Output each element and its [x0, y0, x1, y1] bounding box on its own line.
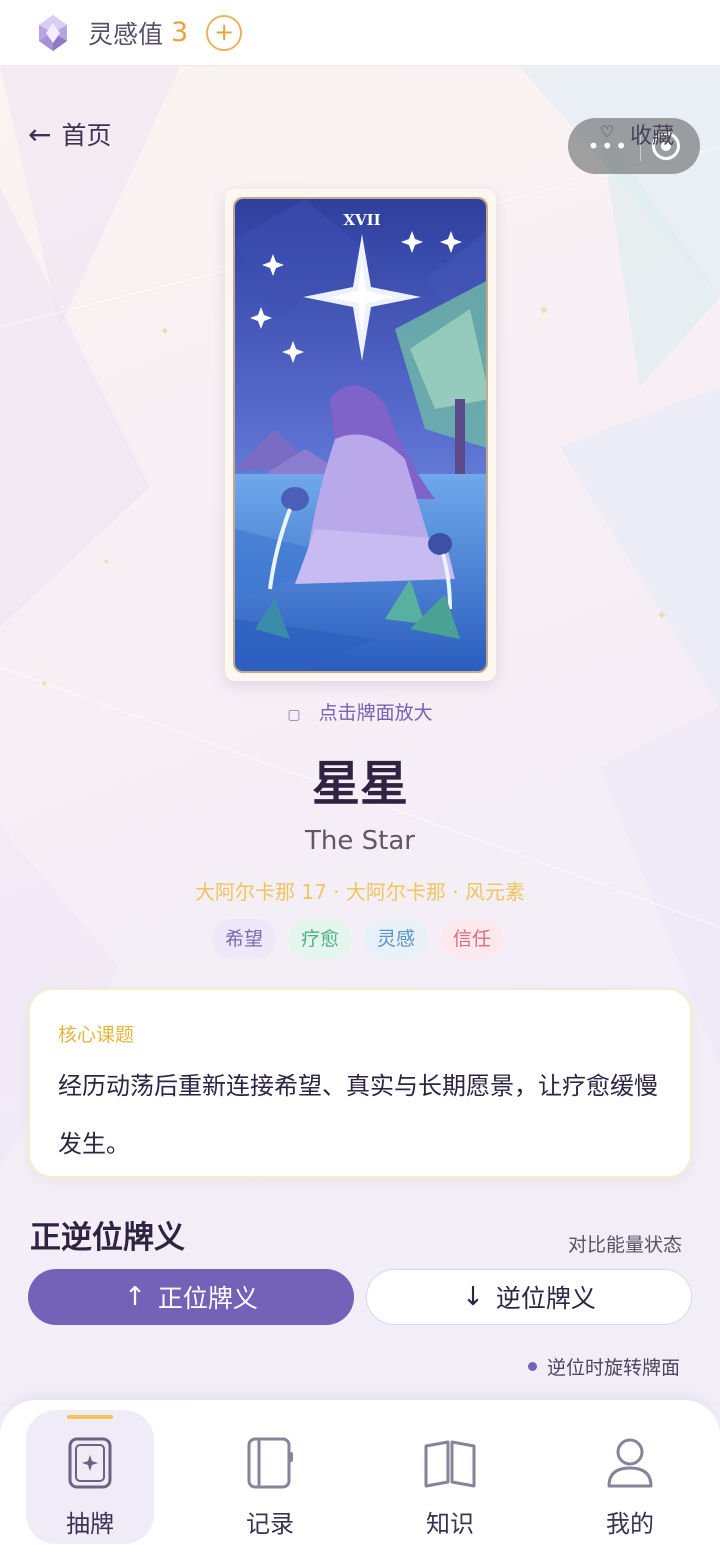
reversed-note-text: 逆位时旋转牌面: [547, 1357, 681, 1379]
svg-text:✦: ✦: [538, 303, 550, 319]
card-numeral: XVII: [343, 211, 380, 229]
svg-text:✦: ✦: [160, 324, 170, 338]
tag-inspiration: 灵感: [364, 919, 429, 959]
favorite-icon[interactable]: ♡: [600, 122, 614, 141]
card-title: 星星: [311, 756, 408, 812]
nav-profile-label: 我的: [606, 1510, 654, 1538]
upright-label: 正位牌义: [157, 1284, 258, 1313]
meanings-subtitle: 对比能量状态: [568, 1234, 683, 1256]
back-label: 首页: [61, 121, 112, 150]
core-topic-card: 核心课题 经历动荡后重新连接希望、真实与长期愿景，让疗愈缓慢发生。: [28, 988, 692, 1178]
nav-records-label: 记录: [246, 1510, 294, 1538]
inspiration-count: 3: [171, 17, 189, 48]
nav-knowledge[interactable]: 知识: [386, 1410, 514, 1544]
tag-healing: 疗愈: [288, 919, 353, 959]
bottom-nav: 抽牌 记录 知识 我的: [0, 1400, 720, 1564]
nav-draw[interactable]: 抽牌: [26, 1410, 154, 1544]
reversed-meaning-button[interactable]: ↓ 逆位牌义: [366, 1269, 692, 1325]
svg-text:✦: ✦: [656, 608, 668, 624]
card-meta: 大阿尔卡那 17 · 大阿尔卡那 · 风元素: [195, 880, 525, 904]
crystal-icon: [39, 14, 67, 51]
bullet-dot: [528, 1362, 537, 1371]
core-topic-label: 核心课题: [58, 1024, 135, 1046]
zoom-hint[interactable]: ▢ 点击牌面放大: [0, 698, 720, 725]
keyword-tags: 希望 疗愈 灵感 信任: [212, 919, 512, 959]
nav-draw-label: 抽牌: [66, 1510, 114, 1538]
arrow-down-icon: ↓: [462, 1282, 484, 1312]
nav-profile[interactable]: 我的: [566, 1410, 694, 1544]
inspiration-label: 灵感值: [88, 19, 164, 49]
svg-text:✦: ✦: [40, 679, 48, 690]
card-icon: [68, 1437, 112, 1489]
zoom-icon: ▢: [287, 707, 301, 723]
user-icon: [607, 1438, 653, 1488]
tag-hope: 希望: [212, 919, 277, 959]
reversed-label: 逆位牌义: [495, 1284, 596, 1313]
tarot-card-image[interactable]: XVII: [233, 197, 488, 673]
reversed-note: 逆位时旋转牌面: [528, 1353, 680, 1380]
core-topic-text: 经历动荡后重新连接希望、真实与长期愿景，让疗愈缓慢发生。: [58, 1072, 658, 1158]
add-inspiration-button[interactable]: +: [206, 14, 243, 51]
notebook-icon: [247, 1437, 293, 1489]
meanings-title: 正逆位牌义: [30, 1220, 185, 1256]
nav-records[interactable]: 记录: [206, 1410, 334, 1544]
card-english-name: The Star: [305, 826, 415, 856]
tag-trust: 信任: [440, 919, 505, 959]
top-bar: 灵感值 3 +: [0, 0, 720, 66]
svg-text:✦: ✦: [102, 557, 110, 568]
arrow-up-icon: ↑: [124, 1282, 146, 1312]
zoom-hint-text: 点击牌面放大: [318, 702, 433, 724]
upright-meaning-button[interactable]: ↑ 正位牌义: [28, 1269, 354, 1325]
back-button[interactable]: ← 首页: [28, 116, 111, 152]
book-icon: [424, 1440, 476, 1488]
active-indicator: [67, 1415, 113, 1419]
favorite-button[interactable]: 收藏: [630, 118, 674, 150]
back-arrow-icon: ←: [28, 117, 52, 151]
nav-knowledge-label: 知识: [426, 1510, 474, 1538]
